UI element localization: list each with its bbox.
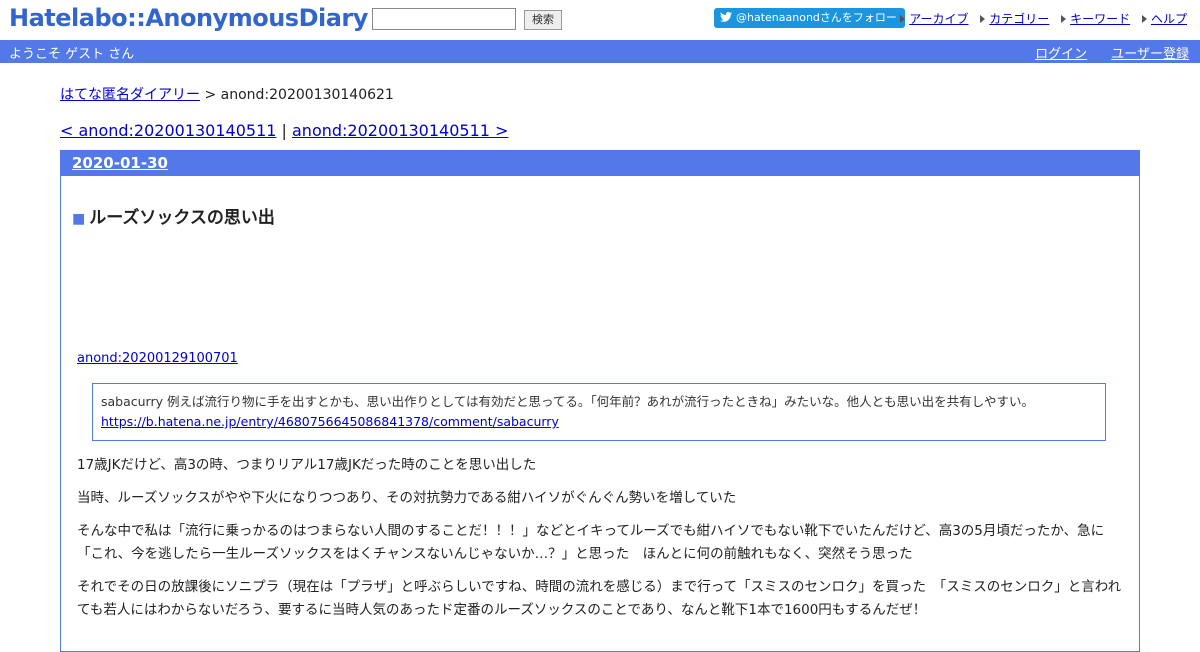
follow-label: @hatenaanondさんをフォロー [736, 11, 897, 24]
day-header: 2020-01-30 [61, 151, 1139, 176]
entry-paragraph: そんな中で私は「流行に乗っかるのはつまらない人間のすることだ！！！」などとイキっ… [77, 523, 1105, 562]
nav-help-link[interactable]: ヘルプ [1151, 12, 1187, 26]
next-entry-link[interactable]: anond:20200130140511 > [292, 121, 508, 140]
arrow-right-icon [1061, 15, 1067, 23]
welcome-greeting: ようこそ ゲスト さん [9, 47, 135, 62]
pager: < anond:20200130140511 | anond:202001301… [60, 121, 508, 140]
nav-category-link[interactable]: カテゴリー [989, 12, 1049, 26]
breadcrumb: はてな匿名ダイアリー > anond:20200130140621 [60, 84, 394, 104]
entry-title: ■ ルーズソックスの思い出 [72, 203, 275, 228]
diary-day-section: 2020-01-30 ■ ルーズソックスの思い出 anond:2020012910… [60, 150, 1140, 652]
twitter-follow-button[interactable]: @hatenaanondさんをフォロー [714, 8, 905, 28]
account-links: ログイン ユーザー登録 [1015, 43, 1189, 62]
nav-archive-link[interactable]: アーカイブ [909, 12, 968, 26]
entry-paragraph: 17歳JKだけど、高3の時、つまりリアル17歳JKだった時のことを思い出した [77, 457, 537, 473]
nav-keyword[interactable]: キーワード [1061, 12, 1130, 26]
nav-keyword-link[interactable]: キーワード [1070, 12, 1130, 26]
twitter-bird-icon [720, 12, 732, 22]
quote-block: sabacurry 例えば流行り物に手を出すとかも、思い出作りとしては有効だと思… [92, 383, 1106, 441]
search-button[interactable]: 検索 [524, 10, 562, 30]
breadcrumb-current: anond:20200130140621 [220, 87, 394, 103]
breadcrumb-home-link[interactable]: はてな匿名ダイアリー [60, 87, 200, 103]
nav-archive[interactable]: アーカイブ [900, 12, 968, 26]
day-date-link[interactable]: 2020-01-30 [72, 154, 168, 172]
square-marker-icon[interactable]: ■ [72, 211, 85, 227]
breadcrumb-separator: > [200, 87, 221, 103]
entry-paragraph: 当時、ルーズソックスがやや下火になりつつあり、その対抗勢力である紺ハイソがぐんぐ… [77, 490, 737, 506]
arrow-right-icon [1141, 15, 1147, 23]
reference-entry-link[interactable]: anond:20200129100701 [77, 351, 238, 366]
entry-title-text: ルーズソックスの思い出 [89, 208, 275, 228]
welcome-bar: ようこそ ゲスト さん ログイン ユーザー登録 [0, 40, 1200, 63]
top-nav: アーカイブ カテゴリー キーワード ヘルプ [892, 10, 1187, 27]
arrow-right-icon [980, 15, 986, 23]
quote-source-link[interactable]: https://b.hatena.ne.jp/entry/46807566450… [101, 414, 559, 429]
nav-category[interactable]: カテゴリー [980, 12, 1049, 26]
nav-help[interactable]: ヘルプ [1141, 12, 1187, 26]
header: Hatelabo::AnonymousDiary 検索 @hatenaanond… [0, 0, 1200, 40]
prev-entry-link[interactable]: < anond:20200130140511 [60, 121, 276, 140]
search-input[interactable] [372, 8, 516, 30]
register-link[interactable]: ユーザー登録 [1111, 47, 1189, 62]
pager-divider: | [276, 121, 292, 140]
site-logo[interactable]: Hatelabo::AnonymousDiary [9, 4, 368, 32]
login-link[interactable]: ログイン [1035, 47, 1087, 62]
arrow-right-icon [900, 15, 906, 23]
quote-text: sabacurry 例えば流行り物に手を出すとかも、思い出作りとしては有効だと思… [101, 394, 1034, 409]
entry-paragraph: それでその日の放課後にソニプラ（現在は「プラザ」と呼ぶらしいですね、時間の流れを… [77, 579, 1122, 618]
